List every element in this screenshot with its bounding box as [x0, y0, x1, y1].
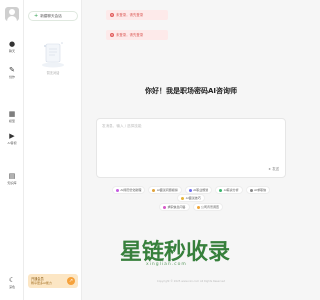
skill-chip[interactable]: AI面试问题模拟 [148, 186, 182, 194]
send-label: 发送 [272, 167, 279, 171]
skill-chip[interactable]: AI职业规划 [184, 186, 213, 194]
main-area: ✕ 未登录，请先登录 ✕ 未登录，请先登录 你好！我是职场密码AI咨询师 发消息、输… [82, 0, 300, 300]
skill-chip[interactable]: AI求职信 [245, 186, 271, 194]
grid-icon: ▦ [8, 110, 16, 118]
theme-toggle[interactable]: ☾ 深色 [0, 276, 24, 289]
skill-chip-label: AI职业规划 [193, 188, 209, 192]
send-button[interactable]: ➤ 发送 [268, 166, 279, 171]
play-icon: ▶ [9, 132, 15, 140]
arrow-icon: ↗ [67, 277, 75, 285]
rail-item[interactable]: ▤ 知识库 [0, 172, 24, 185]
avatar[interactable] [5, 7, 19, 21]
skill-chip-label: AI面试技巧 [185, 196, 201, 200]
skill-chip-label: AI简历优化助理 [120, 188, 142, 192]
skill-chips-row: AI简历优化助理 AI面试问题模拟 AI职业规划 AI薪资分析 AI求职信 AI面试技巧 [96, 186, 286, 202]
membership-promo[interactable]: 开通会员 畅享更多AI能力 ↗ [28, 274, 78, 288]
conversation-panel: + 新建聊天会话 暂无对话 开通会员 畅享更多AI能力 ↗ [24, 0, 82, 300]
skill-chip-label: AI薪资分析 [223, 188, 239, 192]
skill-icon [115, 188, 119, 192]
theme-label: 深色 [8, 285, 15, 289]
toast-text: 未登录，请先登录 [116, 33, 144, 37]
error-icon: ✕ [110, 33, 114, 37]
rail-item-label: 模型 [8, 119, 15, 123]
skill-chip[interactable]: AI面试技巧 [177, 194, 205, 202]
pen-icon: ✎ [9, 66, 15, 74]
skill-icon [196, 205, 200, 209]
toast-error: ✕ 未登录，请先登录 [106, 30, 168, 40]
rail-item[interactable]: ● 聊天 [0, 40, 24, 53]
skill-chip-label: AI求职信 [254, 188, 267, 192]
rail-item[interactable]: ▦ 模型 [0, 110, 24, 123]
watermark-subtext: xinglian.com [146, 262, 187, 267]
skill-icon [219, 188, 223, 192]
footer-copyright: Copyright © 2025 www.xxx.com All Rights … [156, 280, 226, 283]
moon-icon: ☾ [8, 276, 16, 284]
empty-state-text: 暂无对话 [46, 71, 60, 75]
skill-chip-label: 公司背景调查 [201, 205, 220, 209]
skill-icon [249, 188, 253, 192]
skill-chip-label: 求职信息问答 [167, 205, 186, 209]
message-input[interactable]: 发消息、输入 / 选择技能 ➤ 发送 [96, 118, 286, 178]
skill-chip[interactable]: AI薪资分析 [215, 186, 243, 194]
skill-chip[interactable]: AI简历优化助理 [111, 186, 146, 194]
toast-text: 未登录，请先登录 [116, 13, 144, 17]
rail-item[interactable]: ✎ 创作 [0, 66, 24, 79]
skill-icon [162, 205, 166, 209]
rail-item-label: AI音视 [7, 141, 17, 145]
new-chat-label: 新建聊天会话 [40, 14, 62, 18]
skill-chip[interactable]: 求职信息问答 [158, 203, 190, 211]
input-placeholder: 发消息、输入 / 选择技能 [102, 124, 142, 128]
rail-item-label: 知识库 [7, 181, 17, 185]
skill-icon [188, 188, 192, 192]
skill-icon [152, 188, 156, 192]
promo-subtitle: 畅享更多AI能力 [31, 281, 52, 285]
skill-chips-row: 求职信息问答 公司背景调查 [96, 203, 286, 211]
book-icon: ▤ [8, 172, 16, 180]
error-icon: ✕ [110, 13, 114, 17]
toast-error: ✕ 未登录，请先登录 [106, 10, 168, 20]
rail-item-label: 聊天 [8, 49, 15, 53]
chat-icon: ● [8, 40, 16, 48]
empty-illustration [42, 42, 64, 68]
skill-icon [181, 196, 185, 200]
rail-item[interactable]: ▶ AI音视 [0, 132, 24, 145]
skill-chip-label: AI面试问题模拟 [156, 188, 178, 192]
rail-item-label: 创作 [8, 75, 15, 79]
plus-icon: + [34, 13, 39, 19]
new-chat-button[interactable]: + 新建聊天会话 [28, 11, 78, 21]
skill-chip[interactable]: 公司背景调查 [192, 203, 224, 211]
page-title: 你好！我是职场密码AI咨询师 [144, 87, 238, 95]
left-rail: ● 聊天 ✎ 创作 ▦ 模型 ▶ AI音视 ▤ 知识库 ☾ 深色 [0, 0, 24, 300]
